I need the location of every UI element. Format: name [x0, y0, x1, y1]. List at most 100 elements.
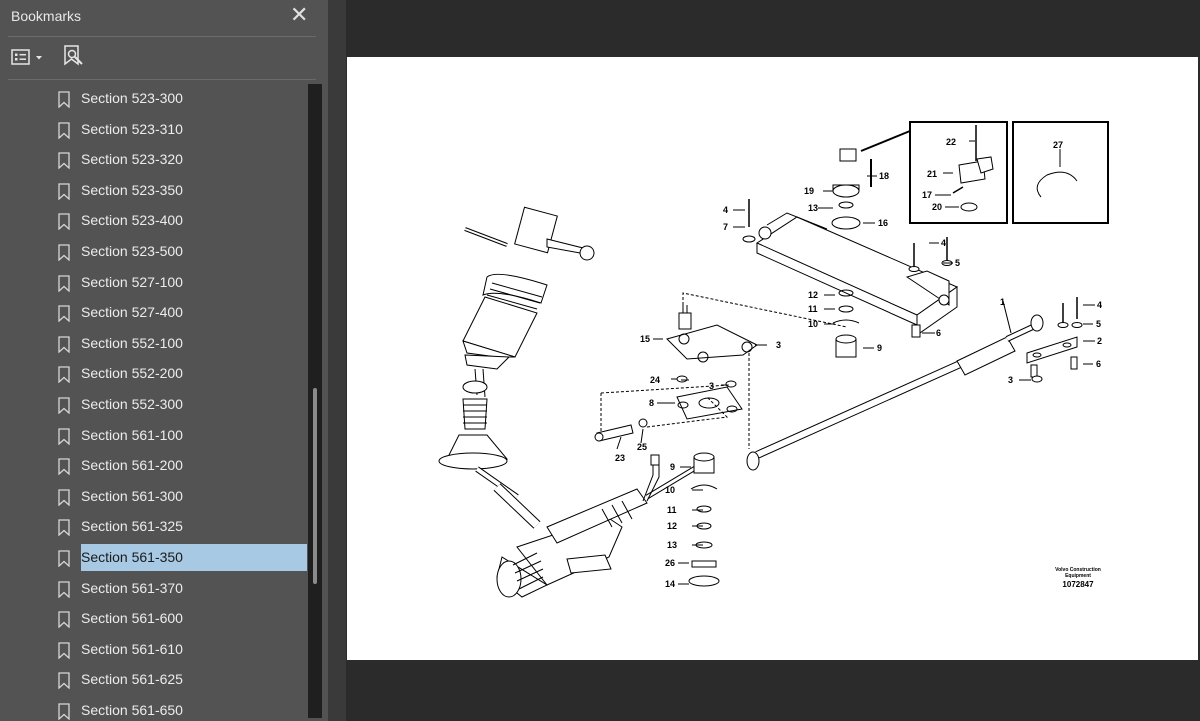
bookmark-icon: [58, 244, 70, 261]
bookmark-label: Section 523-350: [81, 182, 183, 198]
bookmark-icon: [58, 91, 70, 108]
bookmark-label: Section 523-400: [81, 212, 183, 228]
callout-9b: 9: [670, 462, 675, 472]
bookmark-item[interactable]: Section 527-100: [0, 269, 307, 297]
bookmark-item[interactable]: Section 523-300: [0, 85, 307, 113]
bookmark-icon: [58, 642, 70, 659]
bookmark-label: Section 527-100: [81, 274, 183, 290]
callout-3c: 3: [1008, 375, 1013, 385]
callout-12b: 12: [667, 521, 677, 531]
bookmark-label: Section 527-400: [81, 304, 183, 320]
bookmark-icon: [58, 213, 70, 230]
bookmark-icon: [58, 305, 70, 322]
callout-11: 11: [808, 304, 818, 314]
document-page: 4 7 19 13 16 18 4 5 12 11 10 9 6 15 3 24…: [347, 57, 1198, 660]
bookmark-label: Section 561-350: [81, 544, 307, 571]
callout-27: 27: [1053, 140, 1063, 150]
bookmark-item[interactable]: Section 561-370: [0, 575, 307, 603]
callout-11b: 11: [667, 505, 677, 515]
bookmark-icon: [58, 672, 70, 689]
callout-25: 25: [637, 442, 647, 452]
bookmark-item[interactable]: Section 561-610: [0, 636, 307, 664]
callout-2: 2: [1097, 336, 1102, 346]
bookmark-item[interactable]: Section 561-600: [0, 605, 307, 633]
callout-20: 20: [932, 202, 942, 212]
bookmark-search-icon: [64, 45, 83, 66]
bookmark-item[interactable]: Section 561-325: [0, 513, 307, 541]
bookmark-icon: [58, 703, 70, 720]
bookmark-label: Section 523-500: [81, 243, 183, 259]
bookmark-item[interactable]: Section 523-310: [0, 116, 307, 144]
bookmark-item[interactable]: Section 561-625: [0, 666, 307, 694]
find-current-bookmark-button[interactable]: [60, 44, 86, 70]
dashed-leaders: [600, 292, 848, 449]
close-icon[interactable]: ✕: [290, 2, 308, 28]
callout-7: 7: [723, 222, 728, 232]
callout-4b: 4: [941, 238, 946, 248]
drawing-credit: Volvo Construction Equipment 1072847: [1055, 567, 1101, 589]
bookmark-label: Section 552-200: [81, 365, 183, 381]
bookmark-icon: [58, 183, 70, 200]
bookmark-label: Section 561-610: [81, 641, 183, 657]
bookmark-item[interactable]: Section 523-500: [0, 238, 307, 266]
callout-15: 15: [640, 334, 650, 344]
panel-splitter[interactable]: [328, 0, 669, 721]
scrollbar-thumb[interactable]: [313, 388, 317, 584]
callout-5: 5: [955, 258, 960, 268]
bellcrank: [666, 305, 758, 363]
bookmark-item[interactable]: Section 552-100: [0, 330, 307, 358]
bookmark-item[interactable]: Section 561-200: [0, 452, 307, 480]
bookmark-label: Section 552-100: [81, 335, 183, 351]
credit-line-2: Equipment: [1065, 573, 1091, 579]
callout-16: 16: [878, 218, 888, 228]
bookmark-icon: [58, 550, 70, 567]
pivot-stack-lower: [688, 452, 720, 587]
callout-23: 23: [615, 453, 625, 463]
bookmark-item[interactable]: Section 523-400: [0, 207, 307, 235]
bookmark-item[interactable]: Section 552-200: [0, 360, 307, 388]
bookmark-icon: [58, 366, 70, 383]
bookmarks-header: Bookmarks ✕: [0, 0, 328, 34]
bookmark-item[interactable]: Section 561-350: [0, 544, 307, 572]
callout-4: 4: [723, 205, 728, 215]
bookmark-label: Section 561-650: [81, 702, 183, 718]
callout-13b: 13: [667, 540, 677, 550]
divider: [8, 79, 316, 80]
bookmark-item[interactable]: Section 527-400: [0, 299, 307, 327]
bookmark-icon: [58, 336, 70, 353]
bookmark-item[interactable]: Section 561-100: [0, 422, 307, 450]
bookmark-label: Section 561-600: [81, 610, 183, 626]
bookmark-label: Section 552-300: [81, 396, 183, 412]
callout-1: 1: [1000, 297, 1005, 307]
bookmark-options-button[interactable]: [10, 46, 46, 68]
bookmark-label: Section 561-200: [81, 457, 183, 473]
bookmarks-title: Bookmarks: [11, 8, 82, 24]
callout-12: 12: [808, 290, 818, 300]
bookmark-label: Section 523-310: [81, 121, 183, 137]
callout-3: 3: [776, 340, 781, 350]
bookmark-item[interactable]: Section 523-320: [0, 146, 307, 174]
callout-17: 17: [922, 190, 932, 200]
bookmark-item[interactable]: Section 552-300: [0, 391, 307, 419]
bookmark-label: Section 561-100: [81, 427, 183, 443]
callout-18: 18: [879, 171, 889, 181]
bookmark-label: Section 561-370: [81, 580, 183, 596]
bookmarks-panel: Bookmarks ✕ Section 523-300 Section 523-3…: [0, 0, 328, 721]
tie-rod: [746, 314, 1044, 471]
callout-22: 22: [946, 137, 956, 147]
callout-8: 8: [649, 398, 654, 408]
bookmark-icon: [58, 275, 70, 292]
callout-19: 19: [804, 186, 814, 196]
callout-26: 26: [665, 558, 675, 568]
bookmark-item[interactable]: Section 523-350: [0, 177, 307, 205]
bookmark-item[interactable]: Section 561-650: [0, 697, 307, 721]
callout-4c: 4: [1097, 300, 1102, 310]
bookmark-item[interactable]: Section 561-300: [0, 483, 307, 511]
parts-drawing: 4 7 19 13 16 18 4 5 12 11 10 9 6 15 3 24…: [438, 121, 1109, 598]
bookmarks-toolbar: [0, 38, 328, 78]
callout-13: 13: [808, 203, 818, 213]
bookmark-label: Section 561-625: [81, 671, 183, 687]
callout-5b: 5: [1096, 319, 1101, 329]
detail-box-sensor: [909, 121, 1008, 224]
callout-24: 24: [650, 375, 660, 385]
